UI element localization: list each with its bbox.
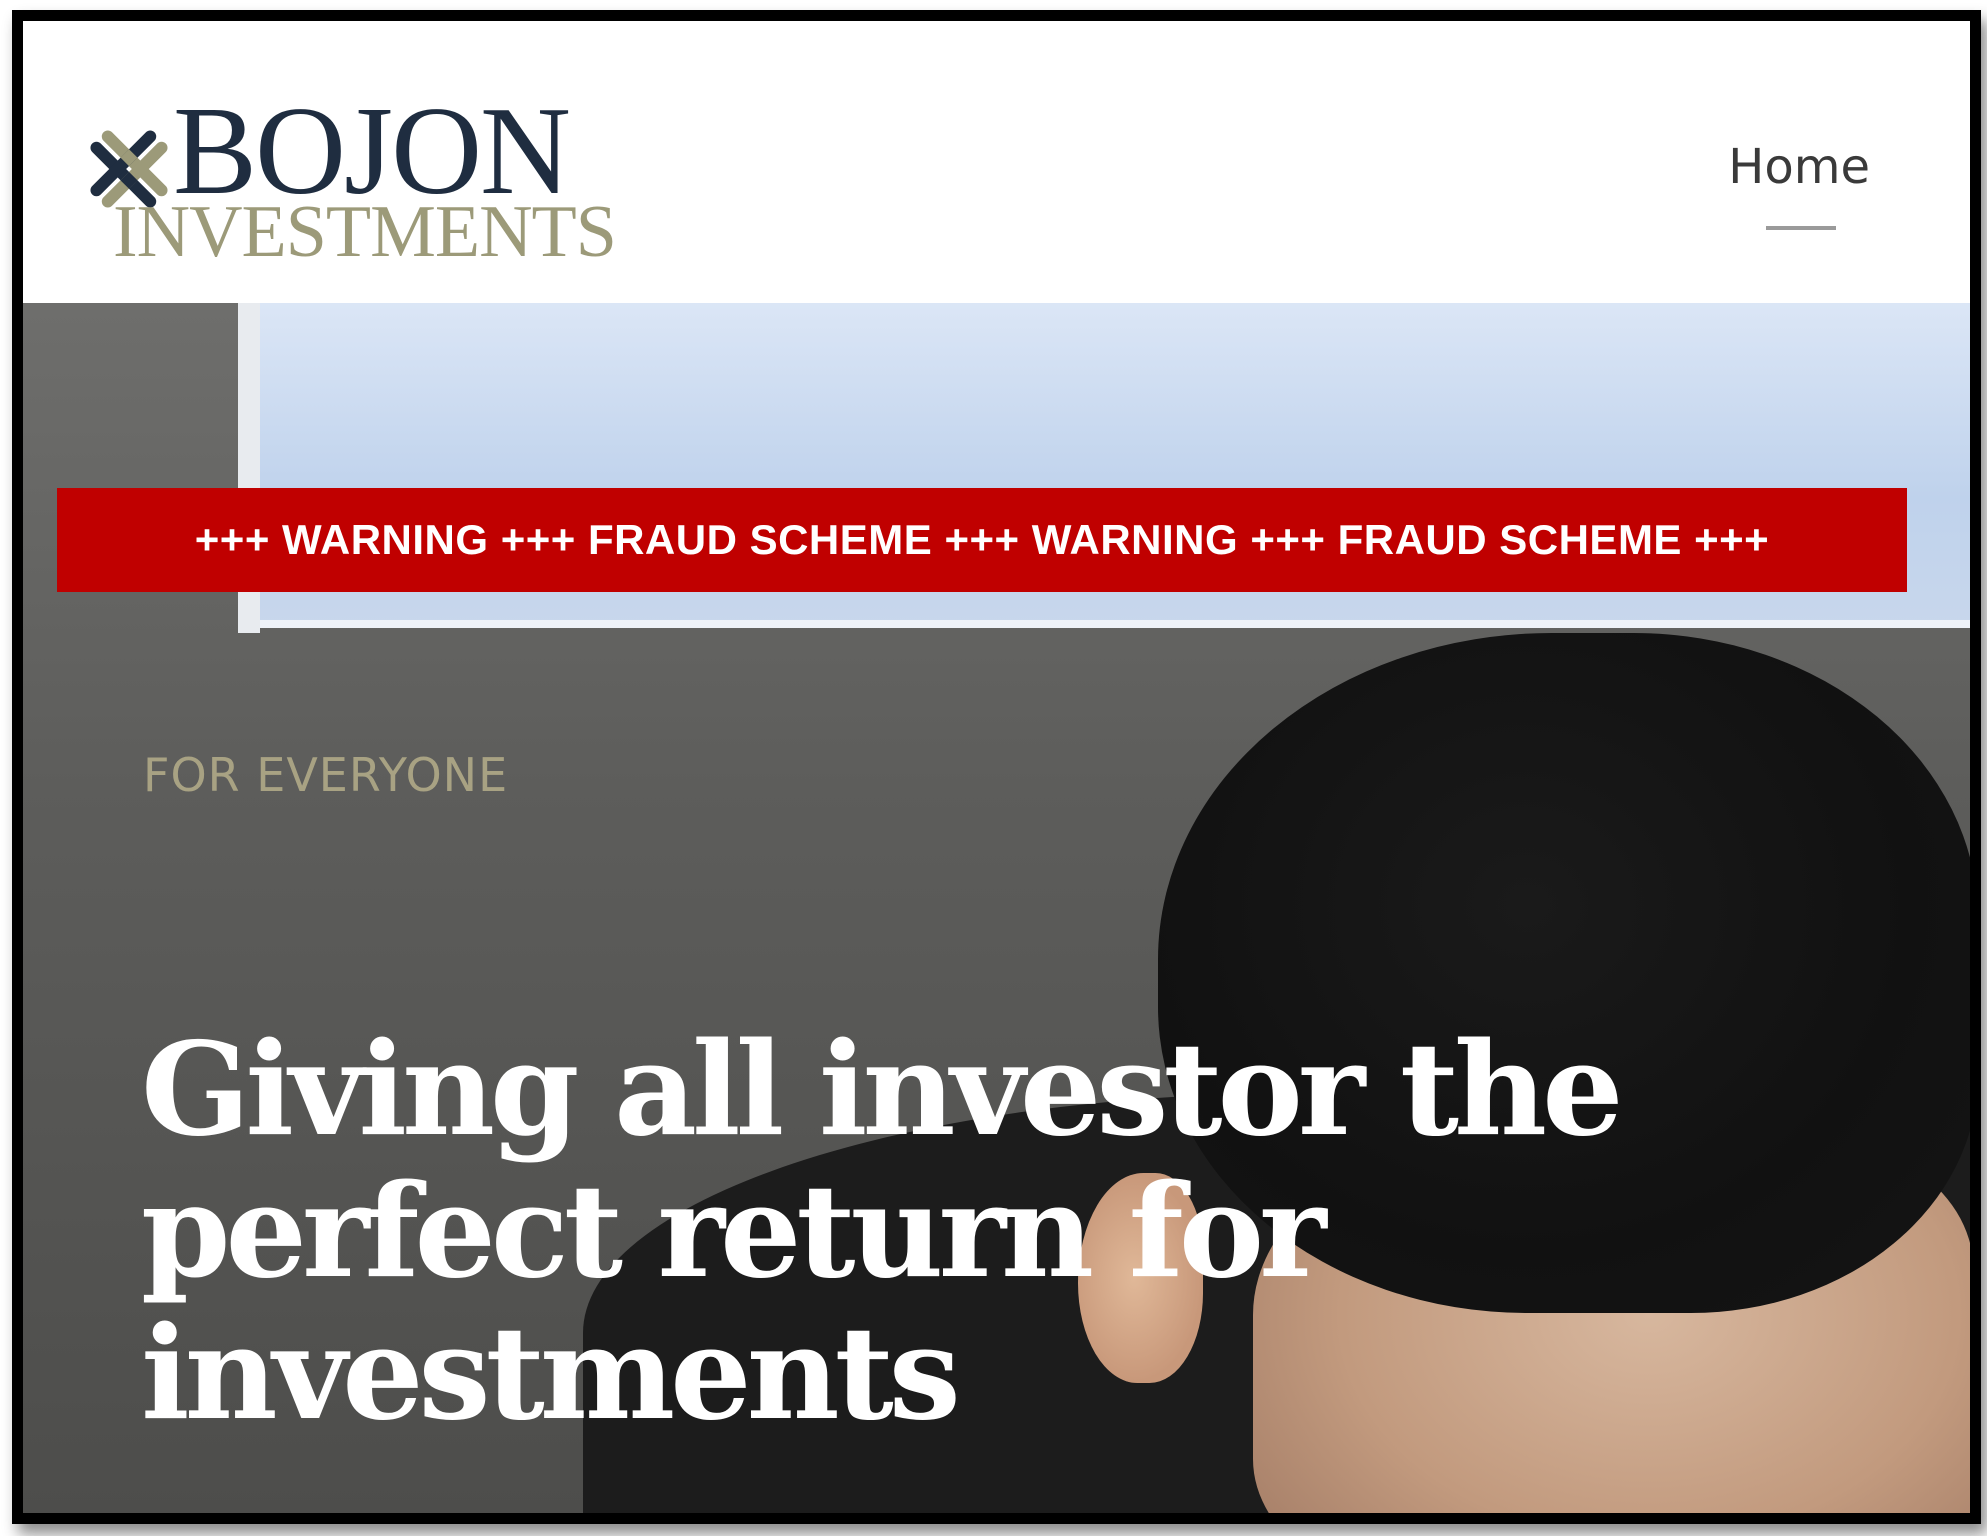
hero-headline: Giving all investor the perfect return f… — [141, 1019, 1641, 1445]
site-header: BOJON INVESTMENTS Home — [23, 21, 1970, 303]
hero-headline-line: investments — [141, 1298, 961, 1449]
site-logo[interactable]: BOJON INVESTMENTS — [73, 79, 633, 279]
hero-headline-line: perfect return for — [141, 1156, 1327, 1307]
hero-eyebrow: FOR EVERYONE — [143, 748, 509, 802]
fraud-warning-text: +++ WARNING +++ FRAUD SCHEME +++ WARNING… — [194, 516, 1770, 563]
nav-link-home[interactable]: Home — [1728, 139, 1870, 195]
hero-section: +++ WARNING +++ FRAUD SCHEME +++ WARNING… — [23, 303, 1970, 1513]
hero-headline-line: Giving all investor the — [141, 1014, 1624, 1165]
screenshot-frame: BOJON INVESTMENTS Home +++ WARNING +++ F… — [12, 10, 1981, 1524]
logo-wordmark-investments: INVESTMENTS — [113, 191, 617, 273]
nav-active-indicator — [1766, 226, 1836, 230]
fraud-warning-banner: +++ WARNING +++ FRAUD SCHEME +++ WARNING… — [57, 488, 1907, 592]
